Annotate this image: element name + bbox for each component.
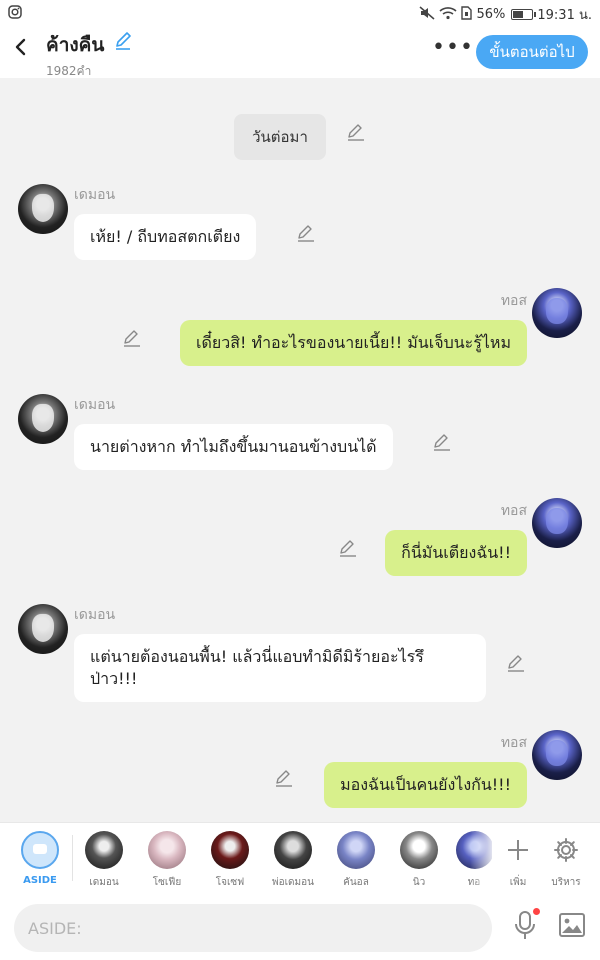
message-bubble[interactable]: เห้ย! / ถีบทอสตกเตียง [74,214,257,260]
chat-area[interactable]: วันต่อมา เดมอน เห้ย! / ถีบทอสตกเตียง ทอส… [0,78,600,822]
scroll-fade [470,823,496,897]
plus-icon [496,831,540,869]
character-chip[interactable]: พ่อเดมอน [267,831,319,890]
divider [72,835,73,881]
header: ค้างคืน 1982คำ ••• ขั้นตอนต่อไป [0,26,600,78]
character-name: คันอล [343,877,369,888]
character-chip[interactable]: โจเซฟ [204,831,256,890]
clock: 19:31 น. [537,8,592,23]
battery-percent: 56% [476,7,506,22]
avatar-tos[interactable] [532,498,582,548]
message-bubble[interactable]: ก็นี่มันเตียงฉัน!! [385,530,527,576]
input-bar [0,896,600,960]
avatar [211,831,249,869]
chat-bubble-icon [21,831,59,869]
character-chip[interactable]: เดมอน [78,831,130,890]
add-label: เพิ่ม [509,877,527,888]
message-bubble[interactable]: เดี๋ยวสิ! ทำอะไรของนายเนี้ย!! มันเจ็บนะร… [180,320,527,366]
aside-label: ASIDE [23,875,57,886]
edit-pencil-icon[interactable] [346,122,366,142]
message-bubble[interactable]: มองฉันเป็นคนยังไงกัน!!! [324,762,527,808]
back-button[interactable] [8,34,34,66]
image-icon[interactable] [558,912,586,938]
narration-bubble[interactable]: วันต่อมา [234,114,326,160]
gear-icon [544,831,588,869]
edit-title-icon[interactable] [113,31,133,56]
avatar-demon[interactable] [18,184,68,234]
speaker-name: เดมอน [74,607,116,623]
speaker-name: เดมอน [74,397,116,413]
wifi-icon [439,6,458,24]
battery-icon [511,9,537,20]
message-bubble[interactable]: นายต่างหาก ทำไมถึงขึ้นมานอนข้างบนได้ [74,424,393,470]
chevron-left-icon [15,38,26,56]
next-step-button[interactable]: ขั้นตอนต่อไป [476,35,588,69]
character-name: โจเซฟ [215,877,245,888]
avatar-tos[interactable] [532,288,582,338]
manage-label: บริหาร [551,877,581,888]
manage-button[interactable]: บริหาร [544,831,588,890]
edit-pencil-icon[interactable] [122,328,142,348]
speaker-name: ทอส [500,735,527,751]
character-name: นิว [412,877,426,888]
mute-icon [419,5,435,24]
avatar [148,831,186,869]
avatar-demon[interactable] [18,604,68,654]
add-character-button[interactable]: เพิ่ม [496,831,540,890]
more-options-button[interactable]: ••• [432,36,473,64]
instagram-icon [8,5,22,23]
edit-pencil-icon[interactable] [338,538,358,558]
avatar [400,831,438,869]
edit-pencil-icon[interactable] [506,653,526,673]
edit-pencil-icon[interactable] [296,223,316,243]
avatar-demon[interactable] [18,394,68,444]
avatar [274,831,312,869]
character-chip[interactable]: นิว [393,831,445,890]
status-bar: 56% 19:31 น. [0,0,600,26]
character-name: พ่อเดมอน [272,877,314,888]
character-name: เดมอน [89,877,119,888]
page-title[interactable]: ค้างคืน [46,34,104,56]
sim-icon [461,5,473,24]
recording-dot [533,908,540,915]
character-chip[interactable]: คันอล [330,831,382,890]
edit-pencil-icon[interactable] [274,768,294,788]
aside-button[interactable]: ASIDE [14,831,66,886]
title-block: ค้างคืน 1982คำ [46,30,133,81]
avatar [85,831,123,869]
message-bubble[interactable]: แต่นายต้องนอนพื้น! แล้วนี่แอบทำมิดีมิร้า… [74,634,486,702]
microphone-icon[interactable] [512,910,538,942]
character-bar: ASIDE เดมอน โซเฟีย โจเซฟ พ่อเดมอน คันอล … [0,822,600,897]
character-name: โซเฟีย [152,877,182,888]
edit-pencil-icon[interactable] [432,432,452,452]
speaker-name: เดมอน [74,187,116,203]
message-input[interactable] [14,904,492,952]
speaker-name: ทอส [500,293,527,309]
speaker-name: ทอส [500,503,527,519]
avatar-tos[interactable] [532,730,582,780]
character-chip[interactable]: โซเฟีย [141,831,193,890]
avatar [337,831,375,869]
